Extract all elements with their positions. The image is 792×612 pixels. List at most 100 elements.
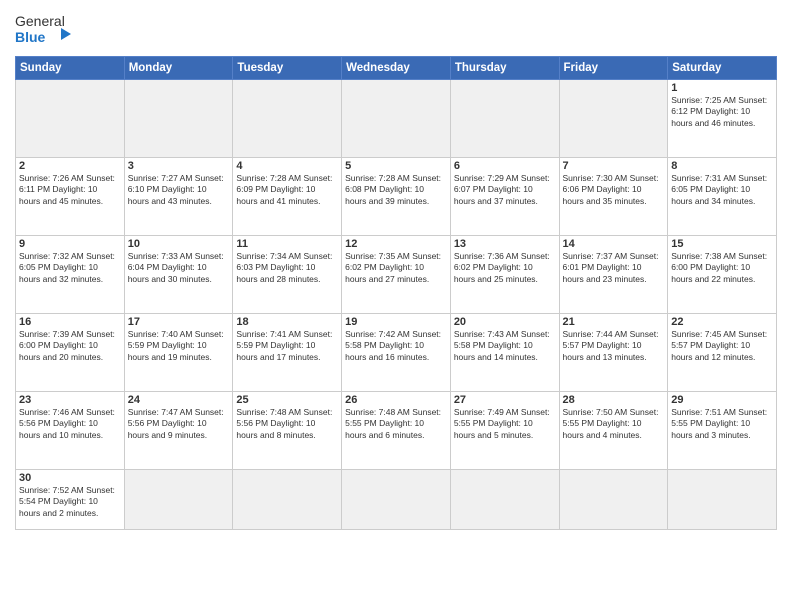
day-number: 6 (454, 160, 556, 172)
day-info: Sunrise: 7:32 AM Sunset: 6:05 PM Dayligh… (19, 251, 121, 285)
day-number: 15 (671, 238, 773, 250)
calendar-cell: 28Sunrise: 7:50 AM Sunset: 5:55 PM Dayli… (559, 392, 668, 470)
calendar-cell (450, 80, 559, 158)
day-number: 14 (563, 238, 665, 250)
calendar-cell (342, 80, 451, 158)
calendar-cell: 7Sunrise: 7:30 AM Sunset: 6:06 PM Daylig… (559, 158, 668, 236)
calendar-cell (16, 80, 125, 158)
day-number: 18 (236, 316, 338, 328)
svg-text:General: General (15, 13, 65, 29)
day-number: 16 (19, 316, 121, 328)
calendar-cell: 27Sunrise: 7:49 AM Sunset: 5:55 PM Dayli… (450, 392, 559, 470)
day-info: Sunrise: 7:28 AM Sunset: 6:09 PM Dayligh… (236, 173, 338, 207)
logo-icon: GeneralBlue (15, 10, 75, 48)
day-number: 24 (128, 394, 230, 406)
calendar-cell (233, 80, 342, 158)
calendar-cell: 29Sunrise: 7:51 AM Sunset: 5:55 PM Dayli… (668, 392, 777, 470)
logo: GeneralBlue (15, 10, 75, 48)
day-info: Sunrise: 7:48 AM Sunset: 5:56 PM Dayligh… (236, 407, 338, 441)
day-number: 23 (19, 394, 121, 406)
calendar-table: SundayMondayTuesdayWednesdayThursdayFrid… (15, 56, 777, 530)
calendar-cell: 10Sunrise: 7:33 AM Sunset: 6:04 PM Dayli… (124, 236, 233, 314)
calendar-week-row: 16Sunrise: 7:39 AM Sunset: 6:00 PM Dayli… (16, 314, 777, 392)
day-number: 13 (454, 238, 556, 250)
day-info: Sunrise: 7:35 AM Sunset: 6:02 PM Dayligh… (345, 251, 447, 285)
calendar-cell: 12Sunrise: 7:35 AM Sunset: 6:02 PM Dayli… (342, 236, 451, 314)
day-info: Sunrise: 7:41 AM Sunset: 5:59 PM Dayligh… (236, 329, 338, 363)
day-info: Sunrise: 7:45 AM Sunset: 5:57 PM Dayligh… (671, 329, 773, 363)
day-info: Sunrise: 7:36 AM Sunset: 6:02 PM Dayligh… (454, 251, 556, 285)
calendar-cell: 2Sunrise: 7:26 AM Sunset: 6:11 PM Daylig… (16, 158, 125, 236)
calendar-cell: 15Sunrise: 7:38 AM Sunset: 6:00 PM Dayli… (668, 236, 777, 314)
day-number: 19 (345, 316, 447, 328)
day-info: Sunrise: 7:46 AM Sunset: 5:56 PM Dayligh… (19, 407, 121, 441)
calendar-cell (559, 470, 668, 530)
svg-text:Blue: Blue (15, 29, 46, 45)
weekday-header-monday: Monday (124, 57, 233, 80)
day-info: Sunrise: 7:43 AM Sunset: 5:58 PM Dayligh… (454, 329, 556, 363)
day-number: 29 (671, 394, 773, 406)
day-info: Sunrise: 7:44 AM Sunset: 5:57 PM Dayligh… (563, 329, 665, 363)
day-number: 11 (236, 238, 338, 250)
calendar-cell: 25Sunrise: 7:48 AM Sunset: 5:56 PM Dayli… (233, 392, 342, 470)
calendar-cell: 20Sunrise: 7:43 AM Sunset: 5:58 PM Dayli… (450, 314, 559, 392)
day-info: Sunrise: 7:52 AM Sunset: 5:54 PM Dayligh… (19, 485, 121, 519)
day-number: 3 (128, 160, 230, 172)
day-number: 25 (236, 394, 338, 406)
calendar-cell (668, 470, 777, 530)
calendar-cell: 5Sunrise: 7:28 AM Sunset: 6:08 PM Daylig… (342, 158, 451, 236)
calendar-week-row: 23Sunrise: 7:46 AM Sunset: 5:56 PM Dayli… (16, 392, 777, 470)
calendar-cell: 26Sunrise: 7:48 AM Sunset: 5:55 PM Dayli… (342, 392, 451, 470)
day-info: Sunrise: 7:31 AM Sunset: 6:05 PM Dayligh… (671, 173, 773, 207)
calendar-cell: 19Sunrise: 7:42 AM Sunset: 5:58 PM Dayli… (342, 314, 451, 392)
weekday-header-tuesday: Tuesday (233, 57, 342, 80)
day-number: 1 (671, 82, 773, 94)
day-number: 17 (128, 316, 230, 328)
calendar-cell: 14Sunrise: 7:37 AM Sunset: 6:01 PM Dayli… (559, 236, 668, 314)
day-number: 22 (671, 316, 773, 328)
calendar-week-row: 1Sunrise: 7:25 AM Sunset: 6:12 PM Daylig… (16, 80, 777, 158)
day-number: 2 (19, 160, 121, 172)
calendar-cell: 17Sunrise: 7:40 AM Sunset: 5:59 PM Dayli… (124, 314, 233, 392)
day-info: Sunrise: 7:33 AM Sunset: 6:04 PM Dayligh… (128, 251, 230, 285)
day-number: 26 (345, 394, 447, 406)
day-info: Sunrise: 7:42 AM Sunset: 5:58 PM Dayligh… (345, 329, 447, 363)
calendar-cell (233, 470, 342, 530)
weekday-header-wednesday: Wednesday (342, 57, 451, 80)
calendar-week-row: 2Sunrise: 7:26 AM Sunset: 6:11 PM Daylig… (16, 158, 777, 236)
calendar-cell (450, 470, 559, 530)
day-info: Sunrise: 7:30 AM Sunset: 6:06 PM Dayligh… (563, 173, 665, 207)
weekday-header-sunday: Sunday (16, 57, 125, 80)
day-info: Sunrise: 7:38 AM Sunset: 6:00 PM Dayligh… (671, 251, 773, 285)
day-info: Sunrise: 7:39 AM Sunset: 6:00 PM Dayligh… (19, 329, 121, 363)
day-number: 9 (19, 238, 121, 250)
calendar-cell: 22Sunrise: 7:45 AM Sunset: 5:57 PM Dayli… (668, 314, 777, 392)
calendar-cell: 16Sunrise: 7:39 AM Sunset: 6:00 PM Dayli… (16, 314, 125, 392)
weekday-header-thursday: Thursday (450, 57, 559, 80)
weekday-header-row: SundayMondayTuesdayWednesdayThursdayFrid… (16, 57, 777, 80)
day-info: Sunrise: 7:47 AM Sunset: 5:56 PM Dayligh… (128, 407, 230, 441)
day-info: Sunrise: 7:26 AM Sunset: 6:11 PM Dayligh… (19, 173, 121, 207)
weekday-header-friday: Friday (559, 57, 668, 80)
day-info: Sunrise: 7:49 AM Sunset: 5:55 PM Dayligh… (454, 407, 556, 441)
day-info: Sunrise: 7:34 AM Sunset: 6:03 PM Dayligh… (236, 251, 338, 285)
calendar-cell: 13Sunrise: 7:36 AM Sunset: 6:02 PM Dayli… (450, 236, 559, 314)
day-number: 20 (454, 316, 556, 328)
calendar-week-row: 9Sunrise: 7:32 AM Sunset: 6:05 PM Daylig… (16, 236, 777, 314)
calendar-cell: 18Sunrise: 7:41 AM Sunset: 5:59 PM Dayli… (233, 314, 342, 392)
calendar-cell: 3Sunrise: 7:27 AM Sunset: 6:10 PM Daylig… (124, 158, 233, 236)
day-info: Sunrise: 7:51 AM Sunset: 5:55 PM Dayligh… (671, 407, 773, 441)
day-number: 5 (345, 160, 447, 172)
calendar-cell: 11Sunrise: 7:34 AM Sunset: 6:03 PM Dayli… (233, 236, 342, 314)
calendar-cell: 1Sunrise: 7:25 AM Sunset: 6:12 PM Daylig… (668, 80, 777, 158)
calendar-cell (559, 80, 668, 158)
calendar-cell (124, 80, 233, 158)
calendar-cell (342, 470, 451, 530)
day-number: 10 (128, 238, 230, 250)
calendar-cell: 8Sunrise: 7:31 AM Sunset: 6:05 PM Daylig… (668, 158, 777, 236)
day-info: Sunrise: 7:40 AM Sunset: 5:59 PM Dayligh… (128, 329, 230, 363)
day-number: 27 (454, 394, 556, 406)
day-number: 21 (563, 316, 665, 328)
day-number: 28 (563, 394, 665, 406)
day-info: Sunrise: 7:48 AM Sunset: 5:55 PM Dayligh… (345, 407, 447, 441)
